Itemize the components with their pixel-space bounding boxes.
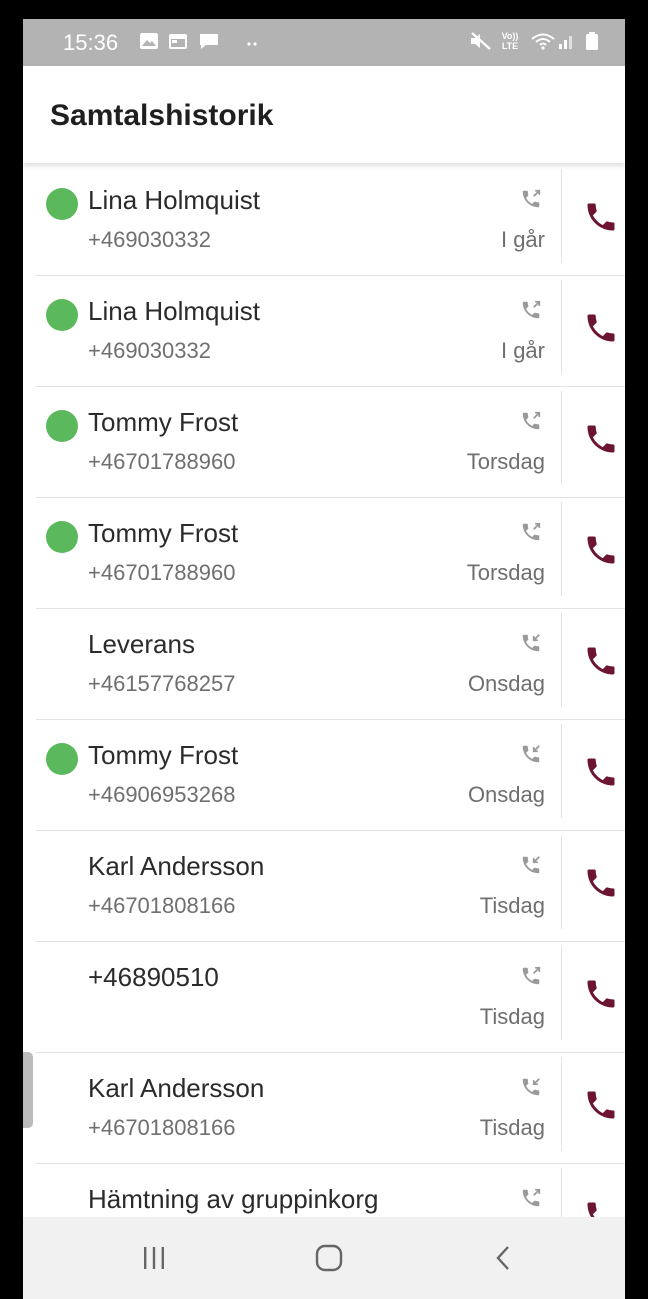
- image-icon: [140, 33, 158, 49]
- row-separator: [561, 1057, 562, 1151]
- volte-icon: Vo)) LTE: [501, 31, 519, 51]
- outgoing-call-icon: [522, 411, 541, 430]
- presence-indicator: [46, 188, 78, 220]
- row-separator: [561, 1168, 562, 1217]
- call-date: Tisdag: [479, 1115, 545, 1140]
- outgoing-call-icon: [522, 300, 541, 319]
- row-separator: [561, 946, 562, 1040]
- call-button[interactable]: [583, 643, 619, 679]
- phone-number: +46701808166: [88, 893, 236, 918]
- phone-number: +46906953268: [88, 782, 236, 807]
- contact-name: +46890510: [88, 962, 219, 992]
- incoming-call-icon: [522, 856, 540, 874]
- call-date: I går: [500, 227, 545, 252]
- call-button[interactable]: [583, 199, 619, 235]
- contact-name: Hämtning av gruppinkorg: [88, 1184, 379, 1214]
- row-separator: [561, 613, 562, 707]
- home-icon[interactable]: [314, 1243, 344, 1273]
- incoming-call-icon: [522, 1078, 540, 1096]
- outgoing-call-icon: [522, 189, 541, 208]
- presence-indicator: [46, 521, 78, 553]
- wifi-icon: [531, 33, 555, 50]
- row-separator: [561, 835, 562, 929]
- phone-number: +46701788960: [88, 449, 236, 474]
- edge-handle-left[interactable]: [23, 1052, 33, 1128]
- row-separator: [561, 502, 562, 596]
- call-row[interactable]: Karl Andersson +46701808166 Tisdag: [23, 831, 625, 942]
- call-row[interactable]: Hämtning av gruppinkorg: [23, 1164, 625, 1217]
- phone-number: +46157768257: [88, 671, 236, 696]
- row-separator: [561, 169, 562, 263]
- app-bar: Samtalshistorik: [23, 66, 625, 163]
- call-button[interactable]: [583, 976, 619, 1012]
- presence-indicator: [46, 410, 78, 442]
- call-button[interactable]: [583, 421, 619, 457]
- call-date: Onsdag: [467, 782, 545, 807]
- call-row[interactable]: Tommy Frost +46701788960 Torsdag: [23, 498, 625, 609]
- call-row[interactable]: Lina Holmquist +469030332 I går: [23, 276, 625, 387]
- call-date: I går: [500, 338, 545, 363]
- row-separator: [561, 724, 562, 818]
- incoming-call-icon: [522, 745, 540, 763]
- call-button[interactable]: [583, 754, 619, 790]
- call-row[interactable]: Tommy Frost +46701788960 Torsdag: [23, 387, 625, 498]
- call-button[interactable]: [583, 532, 619, 568]
- contact-name: Karl Andersson: [88, 851, 265, 881]
- phone-number: +46701808166: [88, 1115, 236, 1140]
- signal-icon: [559, 36, 572, 49]
- contact-name: Tommy Frost: [88, 740, 239, 770]
- call-date: Torsdag: [466, 560, 545, 585]
- phone-number: +469030332: [88, 227, 211, 252]
- contact-name: Lina Holmquist: [88, 296, 260, 326]
- presence-indicator: [46, 743, 78, 775]
- row-separator: [561, 280, 562, 374]
- back-icon[interactable]: [492, 1243, 516, 1273]
- contact-name: Tommy Frost: [88, 518, 239, 548]
- call-date: Onsdag: [467, 671, 545, 696]
- contact-name: Lina Holmquist: [88, 185, 260, 215]
- call-row[interactable]: Leverans +46157768257 Onsdag: [23, 609, 625, 720]
- status-bar: 15:36 Vo)) LTE: [23, 19, 625, 66]
- status-time: 15:36: [63, 30, 119, 55]
- presence-indicator: [46, 299, 78, 331]
- call-date: Tisdag: [479, 1004, 545, 1029]
- incoming-call-icon: [522, 634, 540, 652]
- phone-number: +46701788960: [88, 560, 236, 585]
- call-history-list[interactable]: Lina Holmquist +469030332 I går Lina Holmqu…: [23, 165, 625, 1217]
- chat-icon: [200, 34, 218, 49]
- call-row[interactable]: Lina Holmquist +469030332 I går: [23, 165, 625, 276]
- contact-name: Tommy Frost: [88, 407, 239, 437]
- call-button[interactable]: [583, 1087, 619, 1123]
- outgoing-call-icon: [522, 522, 541, 541]
- outgoing-call-icon: [522, 966, 541, 985]
- call-date: Tisdag: [479, 893, 545, 918]
- calendar-icon: [169, 34, 187, 49]
- call-button[interactable]: [583, 310, 619, 346]
- navigation-bar: [23, 1217, 625, 1299]
- row-separator: [561, 391, 562, 485]
- phone-screen: 15:36 Vo)) LTE Samtalshistorik Lina Holm…: [23, 19, 625, 1299]
- call-button[interactable]: [583, 865, 619, 901]
- contact-name: Karl Andersson: [88, 1073, 265, 1103]
- phone-number: +469030332: [88, 338, 211, 363]
- page-title: Samtalshistorik: [50, 99, 274, 132]
- contact-name: Leverans: [88, 629, 195, 659]
- more-dots-icon: [247, 42, 257, 46]
- call-date: Torsdag: [466, 449, 545, 474]
- battery-icon: [586, 32, 598, 50]
- outgoing-call-icon: [522, 1188, 541, 1207]
- call-row[interactable]: +46890510 Tisdag: [23, 942, 625, 1053]
- call-row[interactable]: Karl Andersson +46701808166 Tisdag: [23, 1053, 625, 1164]
- recent-apps-icon[interactable]: [140, 1243, 168, 1273]
- call-button[interactable]: [583, 1198, 619, 1217]
- mute-icon: [471, 32, 491, 50]
- call-row[interactable]: Tommy Frost +46906953268 Onsdag: [23, 720, 625, 831]
